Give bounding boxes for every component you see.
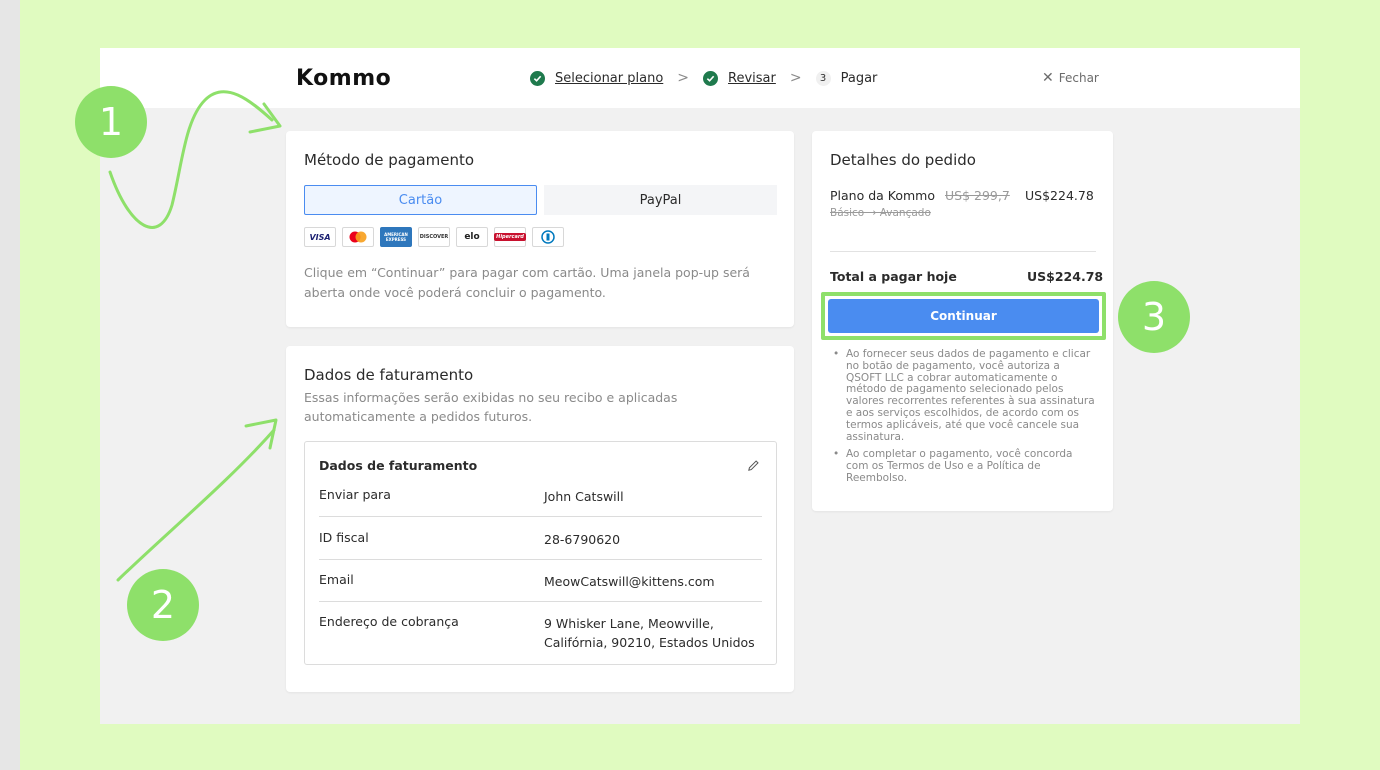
- annotation-arrows: [108, 90, 282, 582]
- arrow-1-head: [248, 102, 282, 134]
- annotation-badge-3: 3: [1118, 281, 1190, 353]
- arrow-2: [116, 428, 276, 582]
- annotation-badge-2: 2: [127, 569, 199, 641]
- annotation-badge-1: 1: [75, 86, 147, 158]
